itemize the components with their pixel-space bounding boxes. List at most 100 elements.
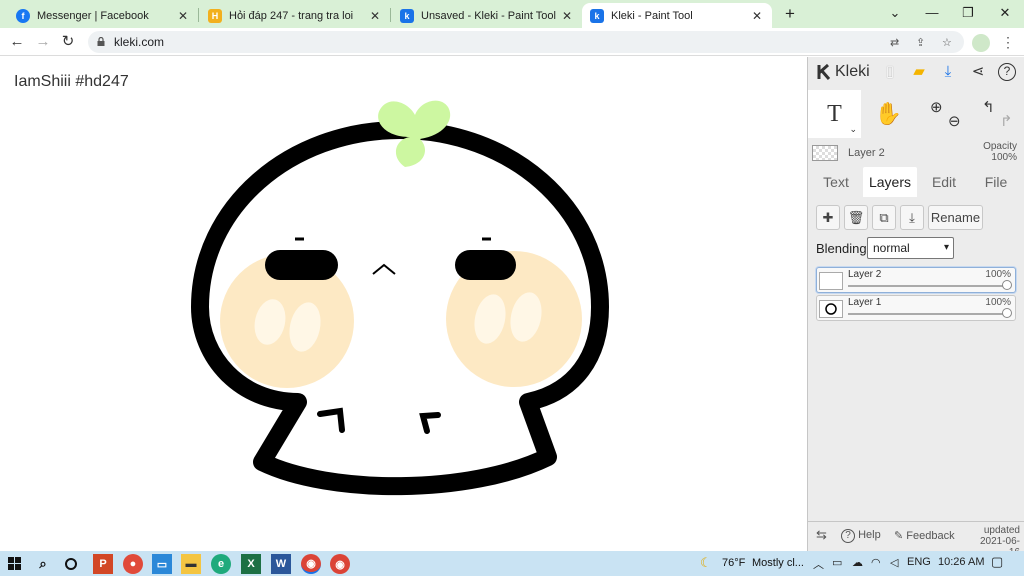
speaker-icon[interactable]: ◁ [890, 556, 898, 569]
close-tab-icon[interactable]: ✕ [368, 9, 382, 23]
restore-button[interactable]: ❐ [950, 2, 986, 24]
close-tab-icon[interactable]: ✕ [176, 9, 190, 23]
chevron-down-icon[interactable]: ⌄ [849, 124, 857, 135]
tab-file[interactable]: File [974, 167, 1018, 197]
share-icon[interactable]: ⋖ [968, 62, 988, 82]
slider-handle[interactable] [1002, 308, 1012, 318]
menu-icon[interactable]: ⋮ [998, 32, 1018, 52]
drawing-canvas[interactable]: IamShiii #hd247 [0, 57, 807, 551]
minimize-button[interactable]: — [914, 2, 950, 24]
close-tab-icon[interactable]: ✕ [750, 9, 764, 23]
close-tab-icon[interactable]: ✕ [560, 9, 574, 23]
address-bar[interactable]: kleki.com ⇄ ⇪ ☆ [88, 31, 964, 53]
circle-icon [65, 558, 77, 570]
zoom-in-icon[interactable]: ⊕ [930, 98, 943, 116]
help-icon[interactable]: ? [998, 63, 1016, 81]
forward-button[interactable]: → [33, 32, 53, 52]
tab-search-icon[interactable]: ⌄ [877, 2, 913, 24]
clock[interactable]: 10:26 AM [938, 556, 984, 568]
add-layer-button[interactable]: ✚ [816, 205, 840, 230]
blending-label: Blending [816, 241, 867, 256]
panel-header: Kleki ▯ ▰ ⤓ ⋖ ? [808, 57, 1024, 88]
duplicate-layer-button[interactable]: ⧉ [872, 205, 896, 230]
new-tab-button[interactable]: + [780, 4, 800, 24]
undo-icon[interactable]: ↰ [982, 98, 995, 116]
blending-select[interactable]: normal ▾ [867, 237, 954, 259]
tab-unsaved-kleki[interactable]: k Unsaved - Kleki - Paint Tool ✕ [392, 3, 582, 28]
battery-icon[interactable]: ▭ [832, 556, 842, 569]
delete-layer-button[interactable]: 🗑 [844, 205, 868, 230]
wifi-icon[interactable]: ◠ [871, 556, 881, 569]
panel-footer: ⇆ ? Help ✎ Feedback updated 2021-06-16 [808, 521, 1024, 558]
layer-opacity: 100% [985, 297, 1011, 308]
file-explorer-icon[interactable]: ▬ [181, 554, 201, 574]
word-icon[interactable]: W [271, 554, 291, 574]
updated-label: updated [983, 525, 1020, 536]
cloud-icon[interactable]: ☁ [852, 556, 863, 569]
tab-edit[interactable]: Edit [922, 167, 966, 197]
profile-avatar[interactable] [972, 34, 990, 52]
panel-tabs: Text Layers Edit File [808, 167, 1024, 197]
help-icon: ? [841, 529, 855, 543]
weather-temp[interactable]: 76°F [722, 557, 745, 569]
tab-divider [390, 8, 391, 22]
help-link[interactable]: ? Help [841, 529, 881, 543]
pencil-icon: ✎ [894, 530, 904, 542]
swap-icon[interactable]: ⇆ [816, 527, 827, 543]
new-image-icon[interactable]: ▯ [880, 62, 900, 82]
layer-opacity-slider[interactable] [848, 313, 1007, 315]
right-eye [455, 250, 516, 280]
download-icon[interactable]: ⤓ [938, 62, 958, 82]
layer-item[interactable]: Layer 1 100% [816, 295, 1016, 321]
chevron-up-icon[interactable]: ︿ [813, 556, 824, 572]
tab-text[interactable]: Text [814, 167, 858, 197]
zoom-out-icon[interactable]: ⊖ [948, 112, 961, 130]
zoom-tool[interactable]: ⊕ ⊖ [916, 90, 969, 138]
powerpoint-icon[interactable]: P [93, 554, 113, 574]
tab-kleki-active[interactable]: k Kleki - Paint Tool ✕ [582, 3, 772, 28]
opacity-value: 100% [991, 152, 1017, 163]
back-button[interactable]: ← [7, 32, 27, 52]
url-text: kleki.com [114, 35, 165, 49]
language-indicator[interactable]: ENG [907, 556, 931, 568]
opacity-readout: Opacity 100% [983, 141, 1017, 163]
excel-icon[interactable]: X [241, 554, 261, 574]
hand-tool[interactable]: ✋ [862, 90, 915, 138]
tab-hoidap[interactable]: H Hỏi đáp 247 - trang tra loi ✕ [200, 3, 390, 28]
active-layer-thumbnail [812, 145, 838, 161]
text-tool[interactable]: T ⌄ [808, 90, 861, 138]
feedback-link[interactable]: ✎ Feedback [894, 529, 955, 542]
reload-button[interactable]: ↻ [58, 32, 78, 52]
hoidap-icon: H [208, 8, 222, 23]
tab-messenger[interactable]: f Messenger | Facebook ✕ [8, 3, 198, 28]
tab-divider [198, 8, 199, 22]
recorder-icon[interactable]: ● [123, 554, 143, 574]
close-window-button[interactable]: ✕ [987, 2, 1023, 24]
chrome-icon[interactable]: ◉ [330, 554, 350, 574]
edge-icon[interactable]: e [211, 554, 231, 574]
tab-layers[interactable]: Layers [863, 167, 917, 197]
open-folder-icon[interactable]: ▰ [909, 62, 929, 82]
layer-item[interactable]: Layer 2 100% [816, 267, 1016, 293]
merge-layer-button[interactable]: ⤓ [900, 205, 924, 230]
weather-text[interactable]: Mostly cl... [752, 557, 804, 569]
browser-tab-strip: f Messenger | Facebook ✕ H Hỏi đáp 247 -… [0, 0, 1024, 28]
kleki-logo-icon [817, 63, 831, 80]
logo-text: Kleki [835, 63, 870, 80]
layer-opacity-slider[interactable] [848, 285, 1007, 287]
share-icon[interactable]: ⇪ [916, 36, 925, 49]
rename-button[interactable]: Rename [928, 205, 983, 230]
translate-icon[interactable]: ⇄ [890, 36, 899, 49]
layer-name: Layer 2 [848, 269, 882, 280]
layer-thumbnail [819, 300, 843, 318]
search-icon[interactable]: ⌕ [33, 554, 53, 574]
windows-logo [8, 557, 21, 570]
windows-start-icon[interactable] [5, 554, 25, 574]
redo-icon[interactable]: ↱ [1000, 112, 1013, 130]
notifications-icon[interactable]: ▢ [991, 554, 1003, 570]
monitor-icon[interactable]: ▭ [152, 554, 172, 574]
slider-handle[interactable] [1002, 280, 1012, 290]
bookmark-star-icon[interactable]: ☆ [942, 36, 952, 49]
task-view-icon[interactable] [61, 554, 81, 574]
chrome-icon[interactable]: ◉ [301, 554, 321, 574]
